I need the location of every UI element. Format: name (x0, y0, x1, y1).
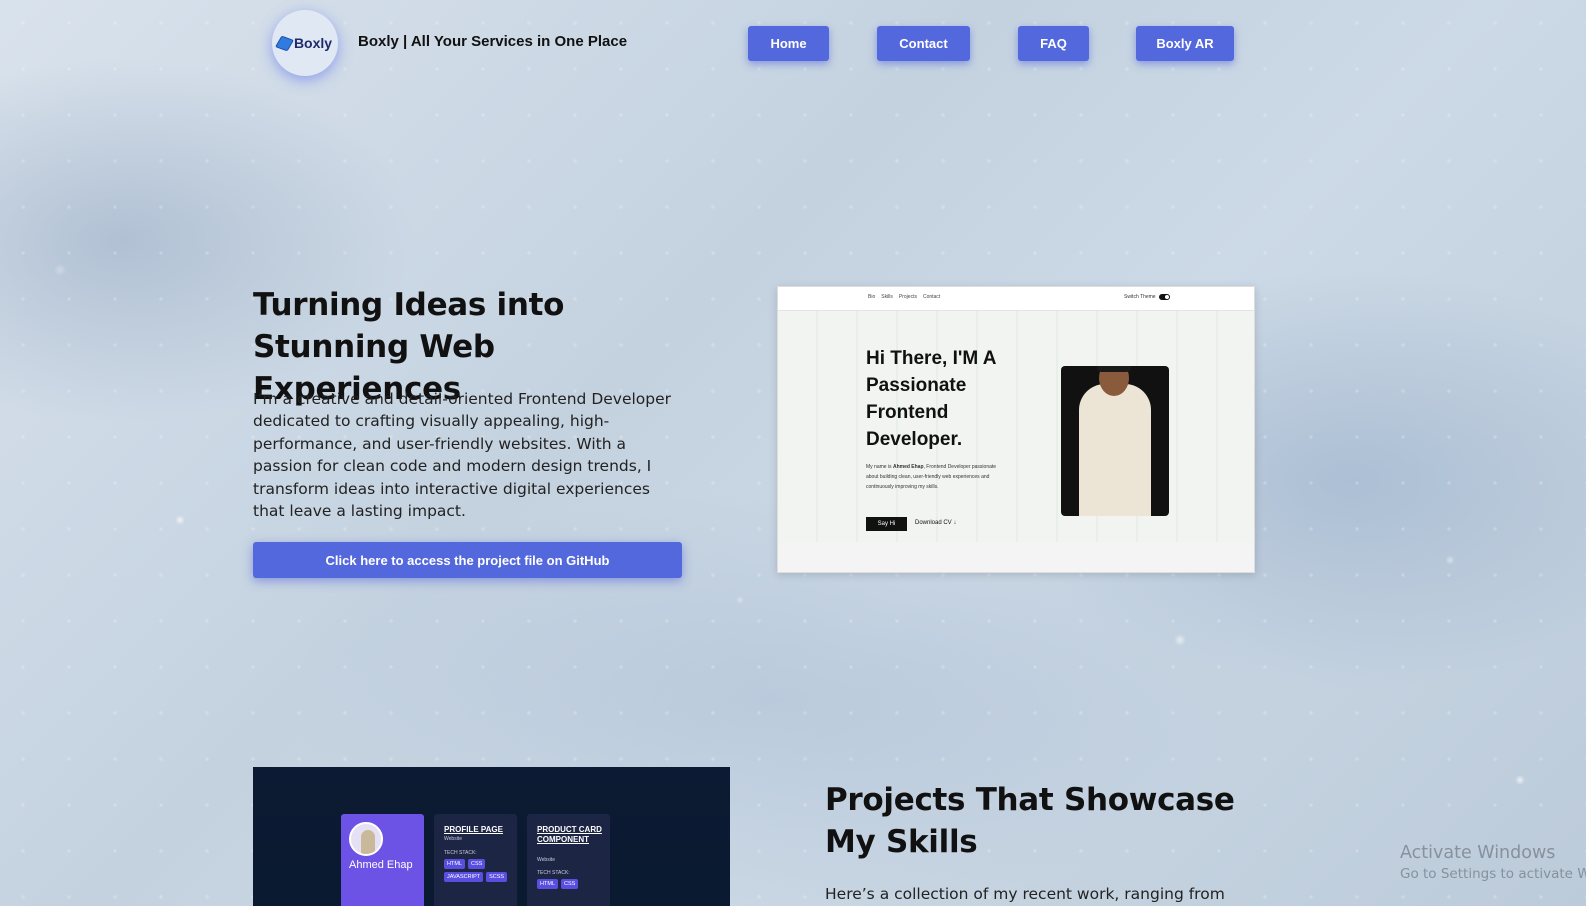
nav-home-button[interactable]: Home (748, 26, 829, 61)
profile-card: Ahmed Ehap (341, 814, 424, 906)
project-card-title: PROFILE PAGE (444, 825, 503, 834)
tech-stack-label: TECH STACK: (537, 870, 570, 876)
preview-nav-projects: Projects (898, 294, 917, 300)
portfolio-preview-image: Bio Skills Projects Contact Switch Theme… (777, 286, 1255, 573)
preview-download-cv: Download CV ↓ (915, 520, 956, 526)
nav-faq-button[interactable]: FAQ (1018, 26, 1089, 61)
projects-preview-image: Ahmed Ehap PROFILE PAGE Website TECH STA… (253, 767, 730, 906)
preview-switch-label: Switch Theme (1124, 294, 1156, 300)
preview-hero: Hi There, I'M A Passionate Frontend Deve… (778, 311, 1254, 542)
download-icon: ↓ (953, 520, 957, 526)
logo[interactable]: Boxly (272, 10, 338, 76)
tag-css: CSS (467, 859, 486, 869)
activate-windows-watermark: Activate Windows Go to Settings to activ… (1400, 842, 1586, 884)
person-body-shape (1079, 384, 1151, 516)
projects-description: Here’s a collection of my recent work, r… (825, 885, 1225, 903)
box-logo-icon (274, 35, 294, 51)
site-title: Boxly | All Your Services in One Place (358, 33, 628, 50)
preview-nav-contact: Contact (922, 294, 941, 300)
tech-tags: HTML CSS JAVASCRIPT SCSS (444, 859, 510, 882)
tag-javascript: JAVASCRIPT (444, 872, 484, 882)
projects-title: Projects That Showcase My Skills (825, 782, 1235, 860)
preview-nav-skills: Skills (881, 294, 893, 300)
tag-css: CSS (560, 879, 579, 889)
person-hair-shape (1097, 366, 1131, 372)
site-header: Boxly Boxly | All Your Services in One P… (0, 0, 1586, 90)
watermark-line2: Go to Settings to activate Windows. (1400, 866, 1586, 882)
preview-intro-name: Ahmed Ehap (892, 464, 924, 470)
tech-stack-label: TECH STACK: (444, 850, 477, 856)
preview-nav-links: Bio Skills Projects Contact (868, 294, 940, 300)
preview-intro-text: My name is Ahmed Ehap, Frontend Develope… (866, 462, 1006, 492)
preview-navbar: Bio Skills Projects Contact Switch Theme (778, 287, 1254, 311)
preview-footer (778, 542, 1254, 572)
nav-boxly-ar-button[interactable]: Boxly AR (1136, 26, 1234, 61)
profile-card-name: Ahmed Ehap (349, 859, 413, 871)
tag-html: HTML (444, 859, 465, 869)
logo-text: Boxly (293, 35, 333, 51)
preview-nav-bio: Bio (868, 294, 876, 300)
nav-contact-button[interactable]: Contact (877, 26, 970, 61)
project-card-subtitle: Website (444, 836, 462, 842)
avatar (349, 822, 383, 856)
tag-scss: SCSS (486, 872, 508, 882)
project-card-title: PRODUCT CARD COMPONENT (537, 825, 602, 844)
preview-profile-photo (1061, 366, 1169, 516)
preview-theme-switch: Switch Theme (1124, 294, 1170, 300)
hero-description: I’m a creative and detail-oriented Front… (253, 390, 672, 521)
preview-download-cv-label: Download CV (915, 520, 952, 526)
preview-say-hi-button: Say Hi (866, 517, 907, 531)
tech-tags: HTML CSS (537, 879, 603, 889)
project-card-subtitle: Website (537, 857, 555, 863)
project-card-profile-page: PROFILE PAGE Website TECH STACK: HTML CS… (434, 814, 517, 906)
toggle-icon (1158, 294, 1170, 300)
project-card-product: PRODUCT CARD COMPONENT Website TECH STAC… (527, 814, 610, 906)
tag-html: HTML (537, 879, 558, 889)
github-link-button[interactable]: Click here to access the project file on… (253, 542, 682, 578)
preview-heading: Hi There, I'M A Passionate Frontend Deve… (866, 348, 996, 450)
watermark-line1: Activate Windows (1400, 843, 1556, 863)
preview-intro-prefix: My name is (866, 464, 893, 470)
